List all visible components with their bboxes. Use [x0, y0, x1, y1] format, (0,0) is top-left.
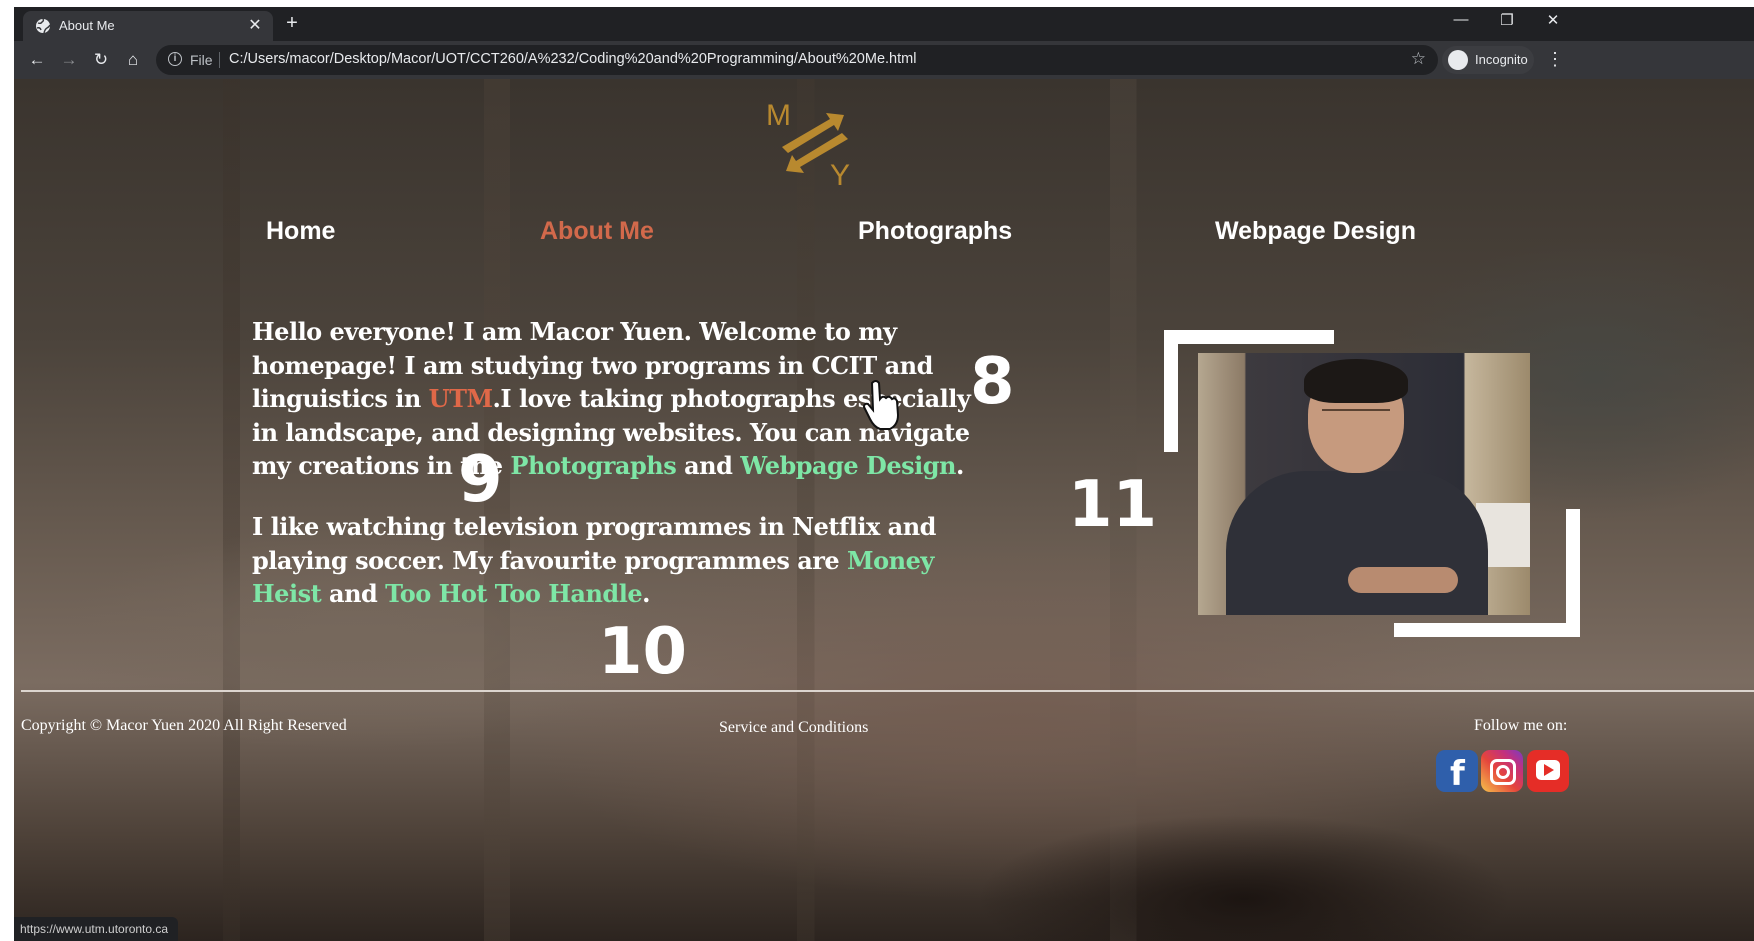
- service-conditions-link[interactable]: Service and Conditions: [719, 719, 868, 737]
- restore-icon[interactable]: ❐: [1492, 11, 1522, 29]
- nav-photographs[interactable]: Photographs: [858, 217, 1012, 246]
- follow-me-label: Follow me on:: [1474, 717, 1568, 734]
- profile-photo: [1198, 353, 1530, 615]
- youtube-icon[interactable]: [1527, 750, 1569, 792]
- info-icon[interactable]: i: [168, 52, 182, 66]
- globe-icon: [36, 18, 51, 34]
- minimize-icon[interactable]: —: [1446, 11, 1476, 28]
- site-logo[interactable]: M Y: [764, 95, 864, 189]
- footer-divider: [21, 690, 1754, 692]
- reload-icon[interactable]: ↻: [90, 49, 112, 71]
- incognito-icon: [1448, 50, 1468, 70]
- incognito-profile-button[interactable]: Incognito: [1442, 46, 1534, 74]
- hobbies-text-3: .: [642, 579, 650, 608]
- photo-person-arm: [1348, 567, 1458, 593]
- close-window-icon[interactable]: ✕: [1538, 11, 1568, 29]
- utm-link[interactable]: UTM: [429, 384, 493, 413]
- browser-toolbar: ← → ↻ ⌂ i File C:/Users/macor/Desktop/Ma…: [14, 41, 1754, 79]
- tab-about-me[interactable]: About Me ✕: [23, 11, 273, 41]
- status-bar-url: https://www.utm.utoronto.ca: [14, 917, 179, 941]
- hobbies-text-2: and: [321, 579, 386, 608]
- photographs-link[interactable]: Photographs: [510, 451, 676, 480]
- forward-icon[interactable]: →: [58, 49, 80, 71]
- annotation-11: 11: [1068, 468, 1158, 542]
- hobbies-paragraph: I like watching television programmes in…: [252, 510, 972, 611]
- annotation-9: 9: [458, 443, 503, 517]
- hobbies-text-1: I like watching television programmes in…: [252, 512, 936, 575]
- instagram-icon[interactable]: [1481, 750, 1523, 792]
- home-icon[interactable]: ⌂: [122, 49, 144, 71]
- scheme-label: File: [190, 52, 213, 68]
- address-separator: [219, 52, 220, 68]
- new-tab-button[interactable]: +: [280, 12, 304, 35]
- webpage-design-link[interactable]: Webpage Design: [740, 451, 956, 480]
- browser-window: About Me ✕ + — ❐ ✕ ← → ↻ ⌂ i File C:/Use…: [14, 7, 1754, 941]
- address-bar[interactable]: i File C:/Users/macor/Desktop/Macor/UOT/…: [156, 45, 1438, 75]
- photo-person-hair: [1304, 359, 1408, 403]
- logo-letter-y: Y: [830, 159, 850, 189]
- copyright-text: Copyright © Macor Yuen 2020 All Right Re…: [21, 717, 347, 734]
- photo-person-body: [1226, 471, 1488, 615]
- nav-webpage-design[interactable]: Webpage Design: [1215, 217, 1416, 246]
- hand-cursor-icon: [862, 380, 900, 430]
- url-text[interactable]: C:/Users/macor/Desktop/Macor/UOT/CCT260/…: [229, 51, 916, 67]
- annotation-8: 8: [970, 345, 1015, 419]
- nav-about-me[interactable]: About Me: [540, 217, 654, 246]
- tab-title: About Me: [59, 18, 115, 33]
- tab-strip: About Me ✕ + — ❐ ✕: [14, 7, 1754, 41]
- incognito-label: Incognito: [1475, 52, 1528, 67]
- back-icon[interactable]: ←: [26, 49, 48, 71]
- page-viewport: M Y Home About Me Photographs Webpage De…: [14, 79, 1754, 941]
- photo-person-glasses: [1322, 409, 1390, 423]
- logo-letter-m: M: [766, 99, 791, 132]
- intro-text-4: .: [955, 451, 964, 480]
- annotation-10: 10: [598, 615, 688, 689]
- too-hot-link[interactable]: Too Hot Too Handle: [385, 579, 642, 608]
- bookmark-star-icon[interactable]: ☆: [1411, 49, 1426, 69]
- browser-menu-icon[interactable]: ⋮: [1546, 49, 1564, 70]
- tab-close-icon[interactable]: ✕: [245, 15, 265, 35]
- nav-home[interactable]: Home: [266, 217, 335, 246]
- intro-text-3: and: [676, 451, 741, 480]
- facebook-icon[interactable]: f: [1436, 750, 1478, 794]
